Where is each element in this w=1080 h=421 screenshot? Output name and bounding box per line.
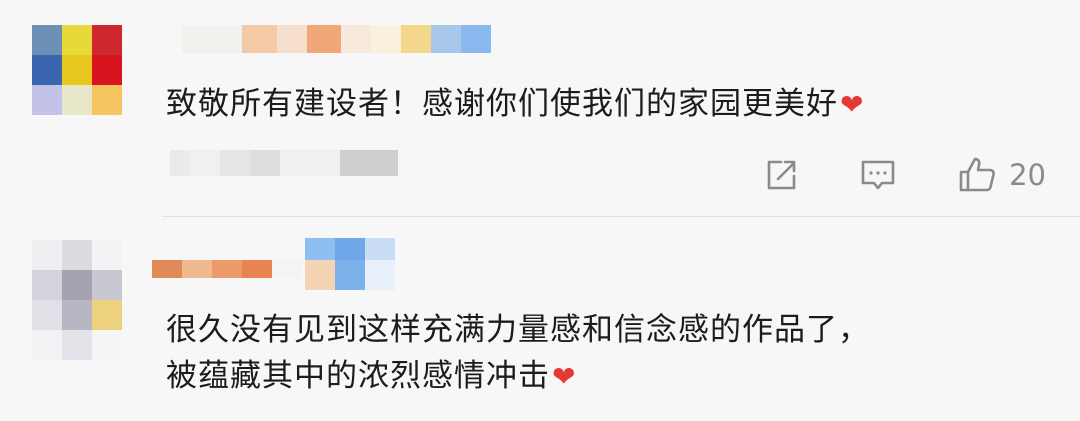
avatar-pixel	[92, 25, 122, 55]
comment-text: 很久没有见到这样充满力量感和信念感的作品了， 被蕴藏其中的浓烈感情冲击❤	[166, 307, 870, 400]
avatar-pixel	[92, 300, 122, 330]
avatar-pixel	[32, 85, 62, 115]
avatar-pixel	[62, 55, 92, 85]
avatar-pixel	[92, 240, 122, 270]
comment-item: 致敬所有建设者！感谢你们使我们的家园更美好❤ 20	[0, 0, 1080, 217]
avatar-pixel	[62, 85, 92, 115]
avatar-pixel	[32, 55, 62, 85]
heart-emoji: ❤	[840, 88, 865, 121]
avatar-pixel	[92, 85, 122, 115]
avatar[interactable]	[32, 25, 122, 115]
comment-text: 致敬所有建设者！感谢你们使我们的家园更美好❤	[166, 82, 864, 127]
comment-text-line: 很久没有见到这样充满力量感和信念感的作品了，	[166, 312, 870, 348]
avatar[interactable]	[32, 240, 122, 360]
heart-emoji: ❤	[552, 360, 577, 393]
avatar-pixel	[32, 25, 62, 55]
like-count: 20	[1009, 158, 1046, 192]
avatar-pixel	[62, 25, 92, 55]
avatar-pixel	[32, 270, 62, 300]
avatar-pixel	[32, 240, 62, 270]
avatar-pixel	[62, 240, 92, 270]
comment-icon	[861, 160, 895, 190]
avatar-pixel	[92, 330, 122, 360]
comment-text-line: 致敬所有建设者！感谢你们使我们的家园更美好	[166, 86, 838, 122]
like-button[interactable]: 20	[957, 155, 1046, 195]
divider	[162, 216, 1080, 217]
avatar-pixel	[62, 300, 92, 330]
avatar-pixel	[92, 270, 122, 300]
thumbs-up-icon	[959, 157, 995, 192]
comment-text-line: 被蕴藏其中的浓烈感情冲击	[166, 358, 550, 394]
user-badge-blurred	[305, 238, 395, 290]
share-icon	[767, 160, 796, 190]
avatar-pixel	[32, 300, 62, 330]
avatar-pixel	[62, 270, 92, 300]
comment-actions: 20	[763, 150, 1046, 200]
comment-meta-blurred	[170, 150, 398, 176]
avatar-pixel	[92, 55, 122, 85]
avatar-pixel	[32, 330, 62, 360]
avatar-pixel	[62, 330, 92, 360]
comment-item: 很久没有见到这样充满力量感和信念感的作品了， 被蕴藏其中的浓烈感情冲击❤	[0, 218, 1080, 421]
username-blurred[interactable]	[182, 25, 491, 53]
username-blurred[interactable]	[152, 260, 302, 278]
reply-button[interactable]	[859, 157, 897, 193]
share-button[interactable]	[763, 157, 799, 193]
